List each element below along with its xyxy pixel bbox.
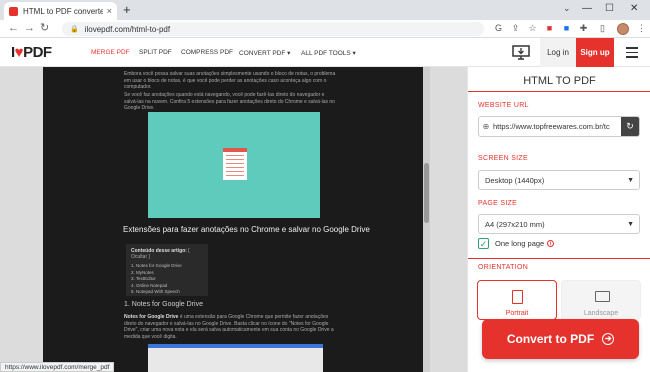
divider <box>468 258 650 259</box>
browser-tab[interactable]: HTML to PDF converter. Transfor × <box>4 2 117 20</box>
refresh-url-icon[interactable]: ↻ <box>621 117 639 136</box>
one-long-page-checkbox[interactable]: ✓ <box>478 238 489 249</box>
page-size-value: A4 (297x210 mm) <box>485 219 545 229</box>
tab-strip: HTML to PDF converter. Transfor × + ⌄ — … <box>0 0 650 20</box>
extension-red-icon[interactable]: ■ <box>544 23 555 34</box>
new-tab-button[interactable]: + <box>123 3 131 17</box>
translate-icon[interactable]: G <box>493 23 504 34</box>
nav-merge-pdf[interactable]: MERGE PDF <box>91 49 130 56</box>
ilovepdf-logo[interactable]: I♥PDF <box>11 44 52 61</box>
nav-convert-pdf[interactable]: CONVERT PDF ▾ <box>239 49 290 57</box>
arrow-right-icon: ➔ <box>602 333 615 345</box>
one-long-page-label[interactable]: One long page <box>495 239 544 248</box>
profile-avatar[interactable] <box>617 23 629 35</box>
landscape-label: Landscape <box>583 310 619 317</box>
page-size-select[interactable]: A4 (297x210 mm) ▼ <box>478 214 640 234</box>
browser-toolbar: ← → ↻ 🔒 ilovepdf.com/html-to-pdf G ⇪ ☆ ■… <box>0 20 650 38</box>
website-preview: Embora você possa salvar suas anotações … <box>0 67 467 372</box>
reload-icon[interactable]: ↻ <box>40 22 49 35</box>
one-long-page-row: ✓ One long page i <box>478 238 555 249</box>
preview-paragraph-3: Notes for Google Drive é uma extensão pa… <box>124 314 339 340</box>
status-bar: https://www.ilovepdf.com/merge_pdf <box>0 362 115 372</box>
page-size-label: PAGE SIZE <box>478 200 518 207</box>
info-icon[interactable]: i <box>547 240 555 247</box>
preview-paragraph-2: Se você faz anotações quando está navega… <box>124 92 335 111</box>
divider <box>468 91 650 92</box>
screen-size-label: SCREEN SIZE <box>478 155 528 162</box>
preview-page: Embora você possa salvar suas anotações … <box>43 67 423 372</box>
close-tab-icon[interactable]: × <box>107 6 112 16</box>
landscape-option[interactable]: Landscape <box>561 280 641 320</box>
website-url-value: https://www.topfreewares.com.br/tc <box>493 122 610 131</box>
options-sidebar: HTML TO PDF WEBSITE URL ⊕ https://www.to… <box>467 67 650 372</box>
notepad-icon <box>223 148 247 180</box>
heart-icon: ♥ <box>14 44 24 61</box>
convert-button-label: Convert to PDF <box>506 332 595 346</box>
desktop-app-icon[interactable] <box>506 42 536 64</box>
site-header: I♥PDF MERGE PDF SPLIT PDF COMPRESS PDF C… <box>0 38 650 67</box>
convert-to-pdf-button[interactable]: Convert to PDF ➔ <box>482 319 639 359</box>
toc-item: 5. Notepad With Speech <box>131 289 180 294</box>
screen-size-value: Desktop (1440px) <box>485 175 545 185</box>
screen-size-select[interactable]: Desktop (1440px) ▼ <box>478 170 640 190</box>
forward-icon[interactable]: → <box>24 22 35 35</box>
chevron-down-icon: ▼ <box>627 177 634 184</box>
preview-subheading: 1. Notes for Google Drive <box>124 301 203 308</box>
scrollbar-thumb[interactable] <box>424 163 429 223</box>
portrait-label: Portrait <box>505 310 529 317</box>
website-url-label: WEBSITE URL <box>478 102 529 109</box>
share-icon[interactable]: ⇪ <box>510 23 521 34</box>
signup-button[interactable]: Sign up <box>576 38 614 67</box>
portrait-option[interactable]: Portrait <box>477 280 557 320</box>
preview-bold-text: Notes for Google Drive <box>124 314 179 320</box>
bookmark-star-icon[interactable]: ☆ <box>527 23 538 34</box>
preview-screenshot-image <box>148 344 323 372</box>
login-button[interactable]: Log in <box>540 38 576 67</box>
nav-compress-pdf[interactable]: COMPRESS PDF <box>181 49 233 56</box>
minimize-icon[interactable]: — <box>582 3 592 14</box>
extensions-puzzle-icon[interactable]: ✚ <box>578 23 589 34</box>
logo-pdf: PDF <box>23 44 52 61</box>
chevron-down-icon: ▼ <box>627 221 634 228</box>
back-icon[interactable]: ← <box>8 22 19 35</box>
preview-scrollbar[interactable] <box>423 67 430 372</box>
website-url-input[interactable]: ⊕ https://www.topfreewares.com.br/tc ↻ <box>478 116 640 137</box>
nav-all-pdf-tools[interactable]: ALL PDF TOOLS ▾ <box>301 49 356 57</box>
extension-blue-icon[interactable]: ■ <box>561 23 572 34</box>
preview-paragraph-1: Embora você possa salvar suas anotações … <box>124 71 336 90</box>
close-window-icon[interactable]: ✕ <box>630 3 638 14</box>
landscape-icon <box>595 291 610 302</box>
ilovepdf-favicon-icon <box>9 6 18 16</box>
address-bar-url: ilovepdf.com/html-to-pdf <box>84 24 171 34</box>
sidebar-icon[interactable]: ▯ <box>597 23 608 34</box>
preview-heading: Extensões para fazer anotações no Chrome… <box>123 225 370 234</box>
orientation-label: ORIENTATION <box>478 264 529 271</box>
chrome-menu-icon[interactable]: ⋮ <box>636 23 647 34</box>
tab-search-icon[interactable]: ⌄ <box>563 3 571 14</box>
lock-icon: 🔒 <box>70 26 79 33</box>
sidebar-title: HTML TO PDF <box>523 75 596 87</box>
address-bar[interactable]: 🔒 ilovepdf.com/html-to-pdf <box>62 22 484 36</box>
maximize-icon[interactable]: ☐ <box>605 3 614 14</box>
preview-article-image <box>148 112 320 218</box>
tab-title: HTML to PDF converter. Transfor <box>23 6 103 16</box>
menu-icon[interactable] <box>626 47 638 61</box>
globe-icon: ⊕ <box>482 122 490 131</box>
preview-toc: Conteúdo desse artigo: [ Ocultar ] 1. No… <box>126 244 208 296</box>
portrait-icon <box>512 290 523 304</box>
nav-split-pdf[interactable]: SPLIT PDF <box>139 49 172 56</box>
